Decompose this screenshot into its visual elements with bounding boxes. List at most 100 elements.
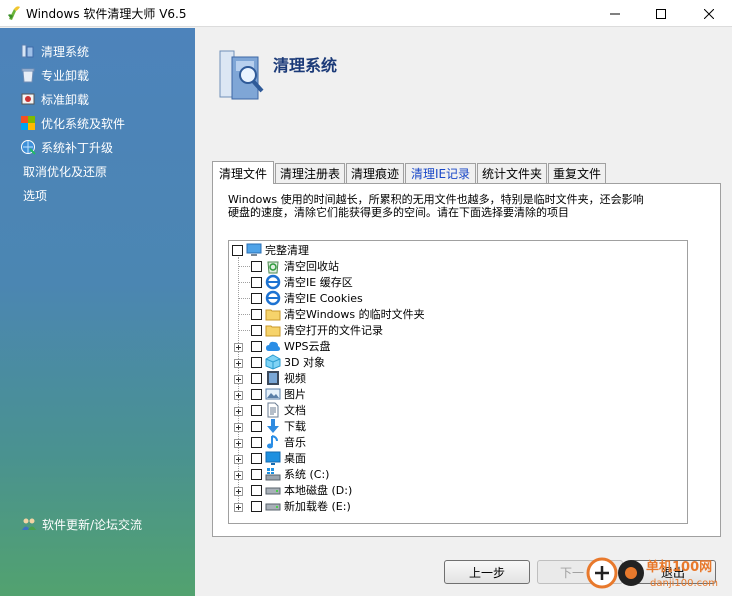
patch-upgrade-icon bbox=[21, 140, 36, 155]
tree-item[interactable]: WPS云盘 bbox=[251, 338, 331, 354]
tree-root[interactable]: 完整清理 bbox=[232, 242, 309, 258]
expand-button[interactable] bbox=[234, 455, 243, 464]
music-icon bbox=[267, 435, 278, 449]
tree-item-label: 音乐 bbox=[284, 436, 306, 449]
close-button[interactable] bbox=[686, 0, 732, 27]
expand-button[interactable] bbox=[234, 375, 243, 384]
tree-item-label: 图片 bbox=[284, 388, 306, 401]
checkbox[interactable] bbox=[251, 292, 262, 304]
close-icon bbox=[704, 8, 714, 19]
tree-item-label: 清空Windows 的临时文件夹 bbox=[284, 308, 425, 321]
tab-duplicate-files[interactable]: 重复文件 bbox=[548, 163, 606, 183]
checkbox[interactable] bbox=[251, 356, 262, 368]
tree-item-label: 清空IE 缓存区 bbox=[284, 276, 353, 289]
tree-item[interactable]: 桌面 bbox=[251, 450, 306, 466]
checkbox[interactable] bbox=[251, 468, 262, 480]
tree-item[interactable]: 清空回收站 bbox=[251, 258, 339, 274]
optimize-icon bbox=[21, 116, 35, 130]
tree-item[interactable]: 新加载卷 (E:) bbox=[251, 498, 351, 514]
expand-button[interactable] bbox=[234, 391, 243, 400]
tab-clean-registry[interactable]: 清理注册表 bbox=[275, 163, 345, 183]
tree-guide-line bbox=[238, 298, 250, 299]
tree-item[interactable]: 图片 bbox=[251, 386, 306, 402]
sidebar-item-label: 取消优化及还原 bbox=[23, 164, 108, 179]
expand-button[interactable] bbox=[234, 439, 243, 448]
checkbox[interactable] bbox=[251, 404, 262, 416]
expand-button[interactable] bbox=[234, 487, 243, 496]
tree-item[interactable]: 文档 bbox=[251, 402, 306, 418]
tree-item[interactable]: 清空Windows 的临时文件夹 bbox=[251, 306, 425, 322]
checkbox[interactable] bbox=[251, 436, 262, 448]
expand-button[interactable] bbox=[234, 471, 243, 480]
prev-button[interactable]: 上一步 bbox=[444, 560, 530, 584]
tree-item[interactable]: 清空IE 缓存区 bbox=[251, 274, 353, 290]
checkbox[interactable] bbox=[251, 388, 262, 400]
minimize-button[interactable] bbox=[592, 0, 638, 27]
pro-uninstall-icon bbox=[21, 68, 35, 83]
drive-icon bbox=[265, 503, 281, 511]
tree-item[interactable]: 视频 bbox=[251, 370, 306, 386]
checkbox[interactable] bbox=[251, 452, 262, 464]
clean-system-large-icon bbox=[219, 50, 264, 100]
maximize-button[interactable] bbox=[638, 0, 684, 27]
sidebar-item-options[interactable]: 选项 bbox=[23, 184, 47, 206]
watermark-url: danji100.com bbox=[650, 578, 718, 589]
tree-item-label: 新加载卷 (E:) bbox=[284, 500, 351, 513]
expand-button[interactable] bbox=[234, 343, 243, 352]
checkbox[interactable] bbox=[251, 420, 262, 432]
description-text: Windows 使用的时间越长，所累积的无用文件也越多，特别是临时文件夹，还会影… bbox=[228, 193, 644, 219]
tree-item-label: 下载 bbox=[284, 420, 306, 433]
sidebar-item-label: 优化系统及软件 bbox=[41, 116, 126, 131]
tab-clean-traces[interactable]: 清理痕迹 bbox=[346, 163, 404, 183]
sidebar-item-label: 选项 bbox=[23, 188, 48, 203]
sidebar-item-standard-uninstall[interactable]: 标准卸载 bbox=[20, 88, 89, 110]
tree-item[interactable]: 3D 对象 bbox=[251, 354, 325, 370]
title-bar: Windows 软件清理大师 V6.5 bbox=[0, 0, 732, 27]
app-logo-icon bbox=[8, 6, 20, 20]
tree-root-label: 完整清理 bbox=[265, 244, 309, 257]
checkbox[interactable] bbox=[251, 340, 262, 352]
tree-item[interactable]: 清空IE Cookies bbox=[251, 290, 363, 306]
maximize-icon bbox=[656, 8, 666, 19]
sidebar-item-clean-system[interactable]: 清理系统 bbox=[20, 40, 89, 62]
expand-button[interactable] bbox=[234, 407, 243, 416]
window-title: Windows 软件清理大师 V6.5 bbox=[26, 7, 187, 21]
sidebar-item-optimize[interactable]: 优化系统及软件 bbox=[20, 112, 125, 134]
sidebar-item-pro-uninstall[interactable]: 专业卸载 bbox=[20, 64, 89, 86]
checkbox[interactable] bbox=[251, 372, 262, 384]
tree-item-label: 清空IE Cookies bbox=[284, 292, 363, 305]
tree-item[interactable]: 本地磁盘 (D:) bbox=[251, 482, 352, 498]
tab-clean-ie[interactable]: 清理IE记录 bbox=[405, 163, 476, 183]
software-update-link[interactable]: 软件更新/论坛交流 bbox=[21, 513, 142, 535]
expand-button[interactable] bbox=[234, 503, 243, 512]
sidebar-item-patch-upgrade[interactable]: 系统补丁升级 bbox=[20, 136, 113, 158]
ie-icon bbox=[265, 290, 281, 306]
checkbox[interactable] bbox=[251, 260, 262, 272]
checkbox[interactable] bbox=[251, 308, 262, 320]
tree-item-label: 清空回收站 bbox=[284, 260, 339, 273]
sidebar-item-label: 标准卸载 bbox=[41, 92, 90, 107]
tab-clean-files[interactable]: 清理文件 bbox=[212, 161, 274, 184]
standard-uninstall-icon bbox=[21, 93, 35, 105]
expand-button[interactable] bbox=[234, 423, 243, 432]
checkbox[interactable] bbox=[251, 276, 262, 288]
checkbox[interactable] bbox=[232, 244, 243, 256]
tree-item-label: 视频 bbox=[284, 372, 306, 385]
tab-folder-stats[interactable]: 统计文件夹 bbox=[477, 163, 547, 183]
tree-guide-line bbox=[238, 330, 250, 331]
ie-icon bbox=[265, 274, 281, 290]
tree-item[interactable]: 系统 (C:) bbox=[251, 466, 329, 482]
clean-system-icon bbox=[21, 44, 34, 58]
sidebar-item-undo-optimize[interactable]: 取消优化及还原 bbox=[23, 160, 107, 182]
tree-item[interactable]: 清空打开的文件记录 bbox=[251, 322, 383, 338]
checkbox[interactable] bbox=[251, 484, 262, 496]
checkbox[interactable] bbox=[251, 324, 262, 336]
tree-item[interactable]: 音乐 bbox=[251, 434, 306, 450]
expand-button[interactable] bbox=[234, 359, 243, 368]
tree-item[interactable]: 下载 bbox=[251, 418, 306, 434]
computer-icon bbox=[246, 243, 262, 256]
drive-c-icon bbox=[265, 468, 281, 481]
3d-objects-icon bbox=[265, 354, 281, 370]
clean-items-tree[interactable]: 完整清理 清空回收站 清空IE 缓存区 清空IE Cookies 清空Windo… bbox=[228, 240, 688, 524]
checkbox[interactable] bbox=[251, 500, 262, 512]
